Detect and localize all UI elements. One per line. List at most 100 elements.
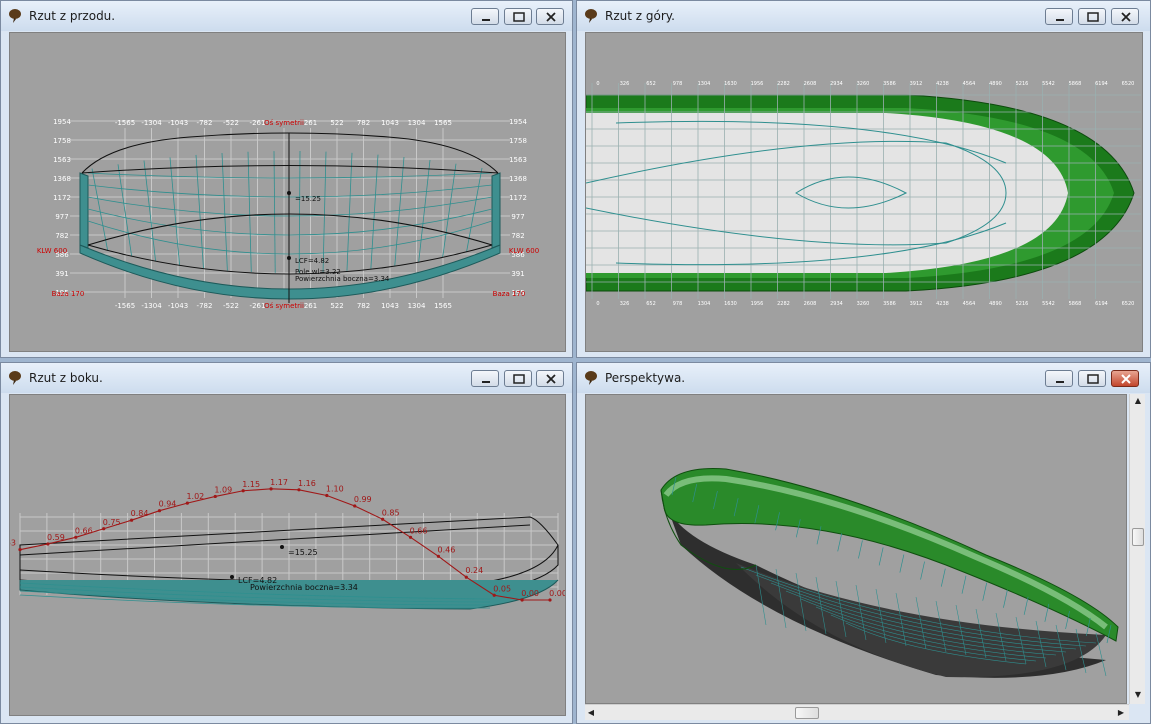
curve-point xyxy=(381,517,385,521)
curve-point xyxy=(492,593,496,597)
curve-value-label: 0.46 xyxy=(438,545,456,554)
top-tick-label: 1304 xyxy=(698,81,711,87)
hull-bottom-plane xyxy=(586,113,1068,273)
deck-mesh-line xyxy=(837,533,843,552)
titlebar-front[interactable]: Rzut z przodu. xyxy=(1,1,572,31)
side-canvas[interactable]: =15.25LCF=4.82Powierzchnia boczna=3.340.… xyxy=(9,394,566,716)
lcf-marker xyxy=(230,575,234,579)
top-tick-label: 1630 xyxy=(724,81,737,87)
top-canvas[interactable]: 0 0 326 326 652 652 978 978 1304 1304 1630 1630 1956… xyxy=(585,32,1143,352)
top-tick-label: 4564 xyxy=(963,81,976,87)
scroll-up-arrow[interactable]: ▲ xyxy=(1132,394,1144,408)
top-tick-label: 3260 xyxy=(857,81,870,87)
top-tick-label: 0 xyxy=(596,81,599,87)
right-tick-label: 1368 xyxy=(509,175,527,183)
close-button[interactable] xyxy=(1111,8,1139,25)
centroid-label: =15.25 xyxy=(288,548,318,557)
top-tick-label: 5216 xyxy=(1016,81,1029,87)
maximize-button[interactable] xyxy=(504,370,532,387)
minimize-button[interactable] xyxy=(471,370,499,387)
station-line xyxy=(91,168,109,252)
lcf-marker xyxy=(287,256,291,260)
curve-point xyxy=(185,501,189,505)
waterline-curve xyxy=(87,184,493,198)
minimize-button[interactable] xyxy=(1045,8,1073,25)
top-tick-label: -1043 xyxy=(168,119,188,127)
vertical-scrollbar[interactable]: ▲ ▼ xyxy=(1129,394,1145,704)
bottom-tick-label: 652 xyxy=(646,301,656,307)
scroll-right-arrow[interactable]: ▶ xyxy=(1115,706,1127,720)
curve-value-label: 1.02 xyxy=(186,492,204,501)
bottom-tick-label: 326 xyxy=(620,301,630,307)
maximize-button[interactable] xyxy=(1078,370,1106,387)
top-tick-label: 3912 xyxy=(910,81,923,87)
close-button[interactable] xyxy=(1111,370,1139,387)
scroll-left-arrow[interactable]: ◀ xyxy=(585,706,597,720)
top-tick-label: 2934 xyxy=(830,81,843,87)
klw-label-right: KLW 600 xyxy=(509,247,539,255)
titlebar-perspective[interactable]: Perspektywa. xyxy=(577,363,1150,393)
titlebar-top[interactable]: Rzut z góry. xyxy=(577,1,1150,31)
bottom-tick-label: 2934 xyxy=(830,301,843,307)
scroll-down-arrow[interactable]: ▼ xyxy=(1132,688,1144,702)
maximize-button[interactable] xyxy=(1078,8,1106,25)
curve-value-label: 0.00 xyxy=(521,589,539,598)
lateral-area-label: Powierzchnia boczna=3.34 xyxy=(250,583,358,592)
minimize-button[interactable] xyxy=(1045,370,1073,387)
hull-side-right xyxy=(491,172,501,249)
bottom-tick-label: 1043 xyxy=(381,302,399,310)
minimize-button[interactable] xyxy=(471,8,499,25)
right-tick-label: 1172 xyxy=(509,194,527,202)
window-title: Rzut z boku. xyxy=(29,371,103,385)
bottom-tick-label: -1043 xyxy=(168,302,188,310)
curve-point xyxy=(548,598,552,602)
window-top-view: Rzut z góry. 0 0 326 326 652 652 978 978 1304 130… xyxy=(576,0,1151,358)
top-tick-label: 522 xyxy=(330,119,343,127)
bottom-tick-label: 4238 xyxy=(936,301,949,307)
top-tick-label: 6194 xyxy=(1095,81,1108,87)
perspective-drawing xyxy=(660,467,1119,678)
klw-label-left: KLW 600 xyxy=(37,247,67,255)
top-tick-label: 2608 xyxy=(804,81,817,87)
bottom-tick-label: -261 xyxy=(250,302,266,310)
maximize-button[interactable] xyxy=(504,8,532,25)
horizontal-scroll-thumb[interactable] xyxy=(795,707,819,719)
top-tick-label: 5868 xyxy=(1069,81,1082,87)
bottom-tick-label: 1630 xyxy=(724,301,737,307)
horizontal-scrollbar[interactable]: ◀ ▶ xyxy=(585,704,1129,720)
top-tick-label: 5542 xyxy=(1042,81,1055,87)
bottom-tick-label: 1304 xyxy=(408,302,426,310)
waterline-curve xyxy=(87,208,493,236)
top-view-drawing: 0 0 326 326 652 652 978 978 1304 1304 1630 1630 1956… xyxy=(586,81,1141,307)
station-line xyxy=(273,151,276,273)
top-tick-label: -261 xyxy=(250,119,266,127)
bottom-tick-label: -1304 xyxy=(141,302,162,310)
hull-bottom-band xyxy=(79,244,501,300)
app-icon xyxy=(583,8,599,24)
perspective-canvas[interactable] xyxy=(585,394,1127,704)
centroid-label: =15.25 xyxy=(295,195,321,203)
curve-point xyxy=(74,535,78,539)
window-title: Rzut z góry. xyxy=(605,9,675,23)
front-canvas[interactable]: -1565 -1304 -1043 -782 -522 -261 Oś symetrii 26… xyxy=(9,32,566,352)
app-icon xyxy=(7,8,23,24)
close-button[interactable] xyxy=(536,8,564,25)
deck-mesh-line xyxy=(899,554,905,573)
centroid-marker xyxy=(280,545,284,549)
left-tick-label: 1954 xyxy=(53,118,71,126)
top-tick-label: 1565 xyxy=(434,119,452,127)
titlebar-side[interactable]: Rzut z boku. xyxy=(1,363,572,393)
left-tick-label: 1172 xyxy=(53,194,71,202)
station-line xyxy=(346,152,353,271)
vertical-scroll-thumb[interactable] xyxy=(1132,528,1144,546)
curve-value-label: 1.09 xyxy=(214,485,232,494)
curve-point xyxy=(269,487,273,491)
station-line xyxy=(298,151,301,273)
close-button[interactable] xyxy=(536,370,564,387)
top-tick-label: 2282 xyxy=(777,81,790,87)
right-tick-label: 391 xyxy=(511,270,524,278)
front-view-drawing: -1565 -1304 -1043 -782 -522 -261Oś symetrii 26… xyxy=(37,118,539,310)
curve-value-label: 0.00 xyxy=(549,589,566,598)
curve-value-label: 0.05 xyxy=(493,584,511,593)
app-icon xyxy=(7,370,23,386)
